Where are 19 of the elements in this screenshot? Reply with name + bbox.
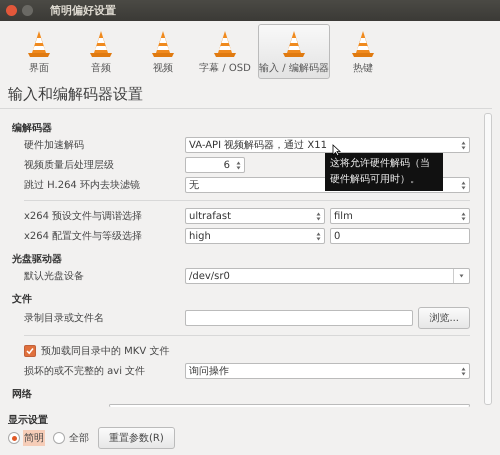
- window-title: 简明偏好设置: [50, 3, 116, 18]
- radio-label: 全部: [68, 432, 90, 446]
- setting-label: 损坏的或不完整的 avi 文件: [24, 364, 146, 378]
- section-title: 光盘驱动器: [12, 252, 63, 266]
- checkbox-label: 预加载同目录中的 MKV 文件: [41, 344, 170, 358]
- setting-label: 跳过 H.264 环内去块滤镜: [24, 178, 141, 192]
- radio-label: 简明: [23, 430, 45, 446]
- setting-label: 视频质量后处理层级: [24, 158, 115, 172]
- setting-label: 硬件加速解码: [24, 138, 85, 152]
- setting-label: 录制目录或文件名: [24, 312, 105, 325]
- section-title: 显示设置: [8, 414, 49, 427]
- page-heading: 输入和编解码器设置: [0, 79, 492, 109]
- section-title: 网络: [12, 388, 33, 401]
- setting-label: x264 预设文件与调谐选择: [24, 210, 144, 223]
- section-title: 编解码器: [12, 122, 53, 135]
- tooltip: 这将允许硬件解码（当硬件解码可用时）。: [325, 153, 443, 191]
- setting-label: 默认光盘设备: [24, 270, 85, 283]
- section-title: 文件: [12, 292, 33, 306]
- setting-label: x264 配置文件与等级选择: [24, 230, 144, 243]
